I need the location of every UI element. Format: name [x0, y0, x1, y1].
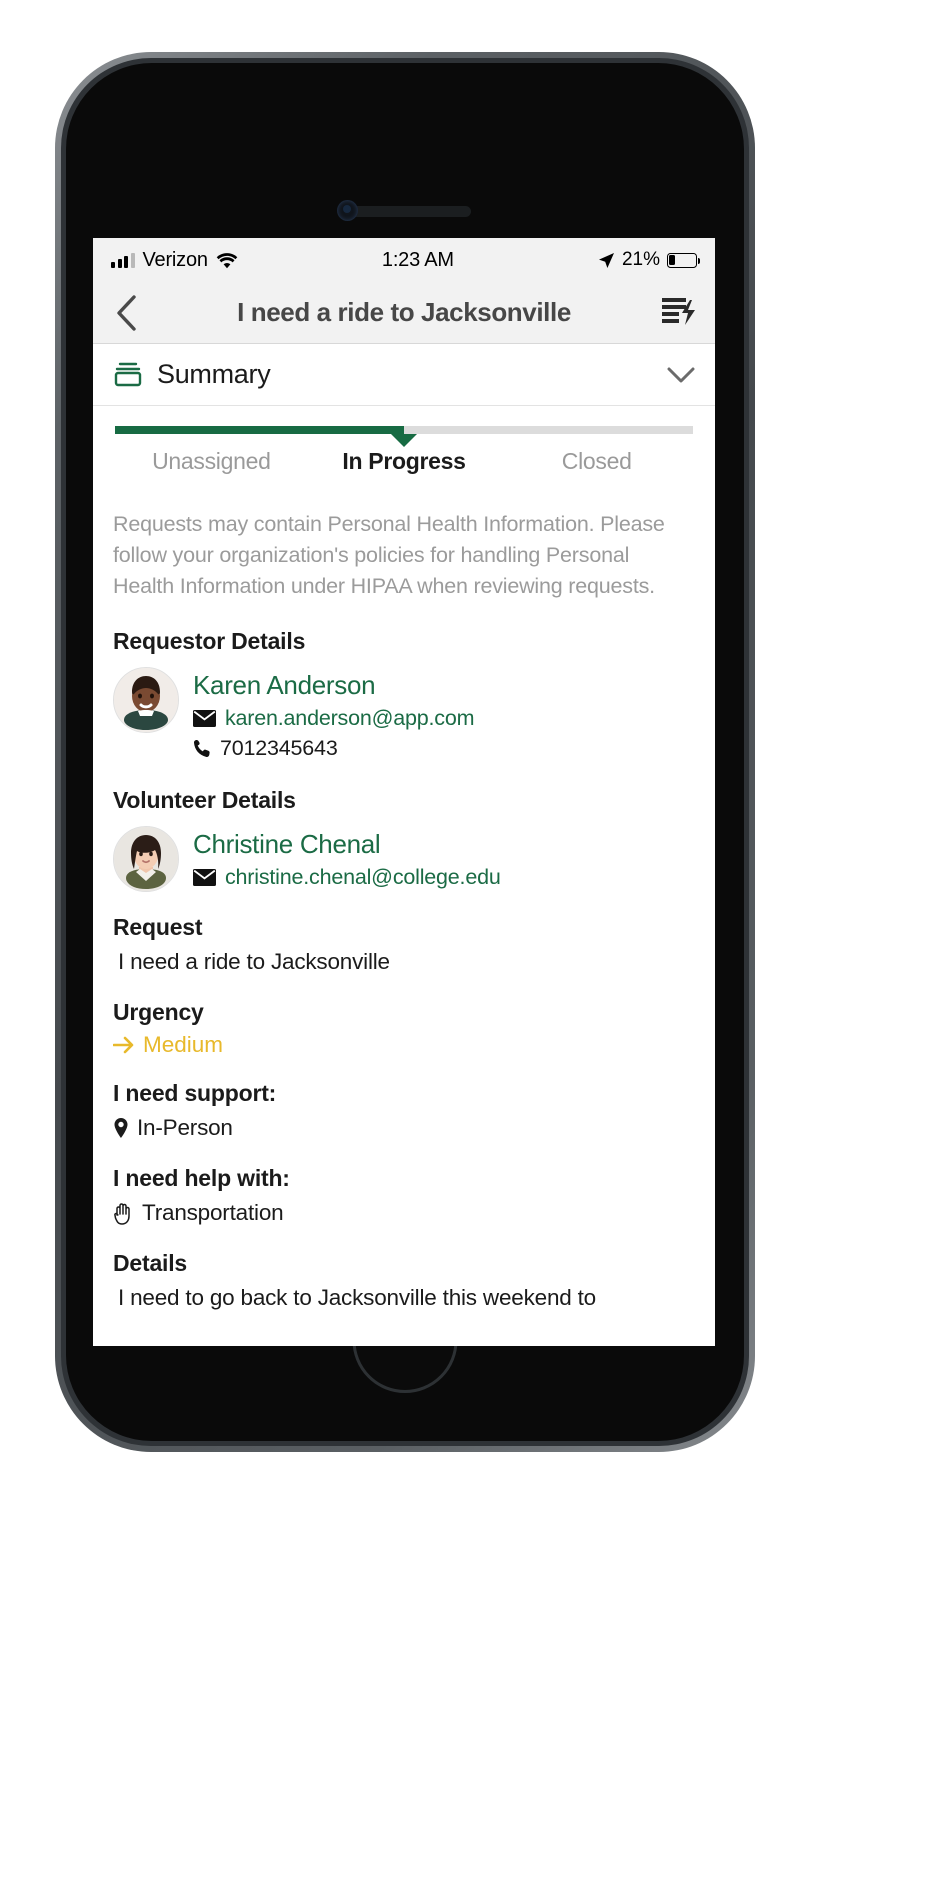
summary-label: Summary — [157, 359, 271, 389]
request-field-value: I need a ride to Jacksonville — [118, 949, 390, 974]
stepper-step-closed[interactable]: Closed — [500, 448, 693, 475]
requestor-email: karen.anderson@app.com — [225, 706, 475, 730]
requestor-block: Karen Anderson karen.anderson@app.com 70… — [113, 667, 695, 761]
volunteer-email: christine.chenal@college.edu — [225, 865, 501, 889]
stepper-step-unassigned[interactable]: Unassigned — [115, 448, 308, 475]
requestor-section-title: Requestor Details — [113, 628, 306, 654]
request-field-label: Request — [113, 914, 203, 940]
help-field-value: Transportation — [142, 1200, 284, 1225]
page-title: I need a ride to Jacksonville — [237, 297, 571, 327]
front-camera — [337, 200, 358, 221]
battery-icon — [666, 252, 701, 268]
request-list-icon[interactable] — [659, 293, 699, 333]
urgency-field-value-row: Medium — [113, 1032, 695, 1058]
requestor-name[interactable]: Karen Anderson — [193, 669, 474, 701]
status-bar-left: Verizon — [111, 249, 238, 272]
requestor-phone-row[interactable]: 7012345643 — [193, 736, 474, 761]
requestor-email-row[interactable]: karen.anderson@app.com — [193, 706, 474, 731]
wifi-icon — [216, 252, 238, 269]
help-field-value-row: Transportation — [113, 1198, 695, 1228]
support-field-value-row: In-Person — [113, 1113, 695, 1143]
phone-body: Verizon 1:23 AM 21% I need a ride to Jac… — [66, 63, 744, 1441]
phone-screen: Verizon 1:23 AM 21% I need a ride to Jac… — [93, 238, 715, 1346]
request-detail-content: Requests may contain Personal Health Inf… — [93, 475, 715, 1346]
details-field-value: I need to go back to Jacksonville this w… — [118, 1285, 596, 1310]
stepper-active-pointer — [391, 434, 417, 447]
navigation-bar: I need a ride to Jacksonville — [93, 282, 715, 344]
arrow-right-icon — [113, 1036, 135, 1054]
help-field-label: I need help with: — [113, 1165, 290, 1191]
phone-frame-inner: Verizon 1:23 AM 21% I need a ride to Jac… — [61, 58, 749, 1446]
status-bar-clock: 1:23 AM — [381, 248, 454, 271]
stepper-labels: Unassigned In Progress Closed — [115, 448, 693, 475]
urgency-field-label: Urgency — [113, 999, 204, 1025]
support-field-value: In-Person — [137, 1115, 233, 1140]
urgency-field-value: Medium — [143, 1032, 224, 1057]
location-arrow-icon — [598, 252, 615, 269]
phone-frame: Verizon 1:23 AM 21% I need a ride to Jac… — [55, 52, 755, 1452]
envelope-icon — [193, 869, 216, 886]
stepper-progress-fill — [115, 426, 404, 434]
stepper-step-in-progress[interactable]: In Progress — [308, 448, 501, 475]
cellular-bars-icon — [111, 252, 135, 268]
requestor-phone: 7012345643 — [220, 736, 338, 760]
volunteer-avatar — [113, 826, 179, 892]
carrier-label: Verizon — [142, 248, 209, 271]
volunteer-name[interactable]: Christine Chenal — [193, 828, 501, 860]
status-bar-right: 21% — [598, 249, 701, 271]
support-field-label: I need support: — [113, 1080, 277, 1106]
stepper-track — [115, 426, 693, 447]
status-bar: Verizon 1:23 AM 21% — [93, 238, 715, 282]
volunteer-block: Christine Chenal christine.chenal@colleg… — [113, 826, 695, 892]
chevron-down-icon[interactable] — [667, 366, 695, 384]
details-field-label: Details — [113, 1250, 188, 1276]
status-stepper: Unassigned In Progress Closed — [93, 406, 715, 475]
earpiece-speaker — [339, 206, 471, 217]
envelope-icon — [193, 710, 216, 727]
back-button[interactable] — [109, 294, 143, 331]
requestor-info: Karen Anderson karen.anderson@app.com 70… — [193, 667, 474, 761]
volunteer-info: Christine Chenal christine.chenal@colleg… — [193, 826, 501, 890]
phone-icon — [193, 739, 211, 758]
volunteer-section-title: Volunteer Details — [113, 787, 296, 813]
summary-accordion-header[interactable]: Summary — [93, 344, 715, 406]
hipaa-disclaimer: Requests may contain Personal Health Inf… — [113, 512, 665, 598]
map-pin-icon — [113, 1117, 129, 1139]
battery-percent-label: 21% — [621, 249, 660, 270]
inbox-tray-icon — [113, 361, 143, 389]
hand-icon — [113, 1202, 134, 1225]
requestor-avatar — [113, 667, 179, 733]
screenshot-canvas: Verizon 1:23 AM 21% I need a ride to Jac… — [0, 0, 950, 1894]
volunteer-email-row[interactable]: christine.chenal@college.edu — [193, 865, 501, 890]
